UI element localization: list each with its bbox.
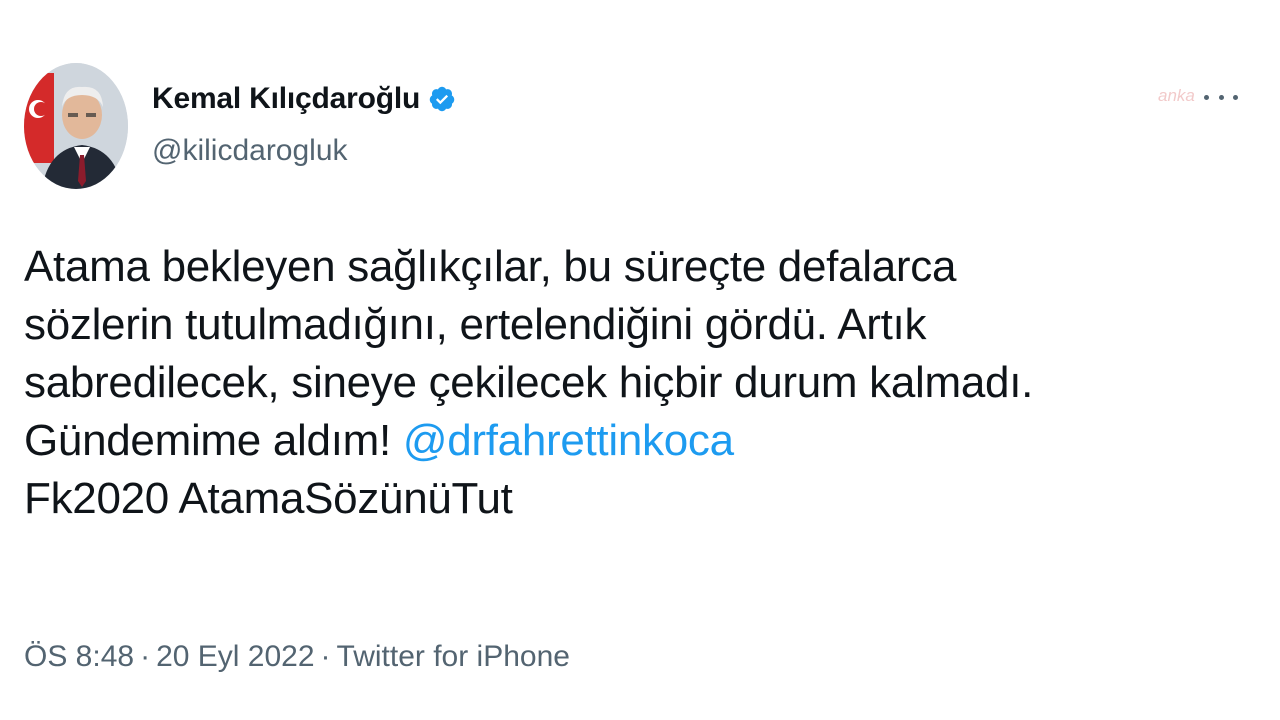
tweet-time[interactable]: ÖS 8:48 (24, 640, 134, 673)
tweet-source[interactable]: Twitter for iPhone (337, 640, 570, 673)
profile-photo (24, 63, 128, 189)
tweet-line: Atama bekleyen sağlıkçılar, bu süreçte d… (24, 242, 957, 291)
watermark-logo: anka (1158, 86, 1195, 105)
tweet-card: Kemal Kılıçdaroğlu @kilicdarogluk anka A… (0, 0, 1280, 720)
author-name-row: Kemal Kılıçdaroğlu (152, 82, 456, 116)
mention-link[interactable]: @drfahrettinkoca (403, 416, 734, 465)
tweet-line-text: Gündemime aldım! (24, 416, 403, 465)
tweet-line: sabredilecek, sineye çekilecek hiçbir du… (24, 358, 1034, 407)
tweet-line: Gündemime aldım! @drfahrettinkoca (24, 412, 1224, 470)
meta-separator: · (320, 640, 331, 673)
avatar[interactable] (24, 63, 128, 189)
meta-separator: · (140, 640, 151, 673)
more-options-icon[interactable] (1204, 88, 1238, 106)
tweet-line: Fk2020 AtamaSözünüTut (24, 474, 513, 523)
tweet-text: Atama bekleyen sağlıkçılar, bu süreçte d… (24, 238, 1224, 528)
tweet-meta: ÖS 8:48 · 20 Eyl 2022 · Twitter for iPhone (24, 640, 570, 674)
tweet-date[interactable]: 20 Eyl 2022 (156, 640, 314, 673)
verified-badge-icon (428, 85, 456, 113)
author-name[interactable]: Kemal Kılıçdaroğlu (152, 82, 420, 116)
author-handle[interactable]: @kilicdarogluk (152, 134, 348, 168)
tweet-line: sözlerin tutulmadığını, ertelendiğini gö… (24, 300, 927, 349)
